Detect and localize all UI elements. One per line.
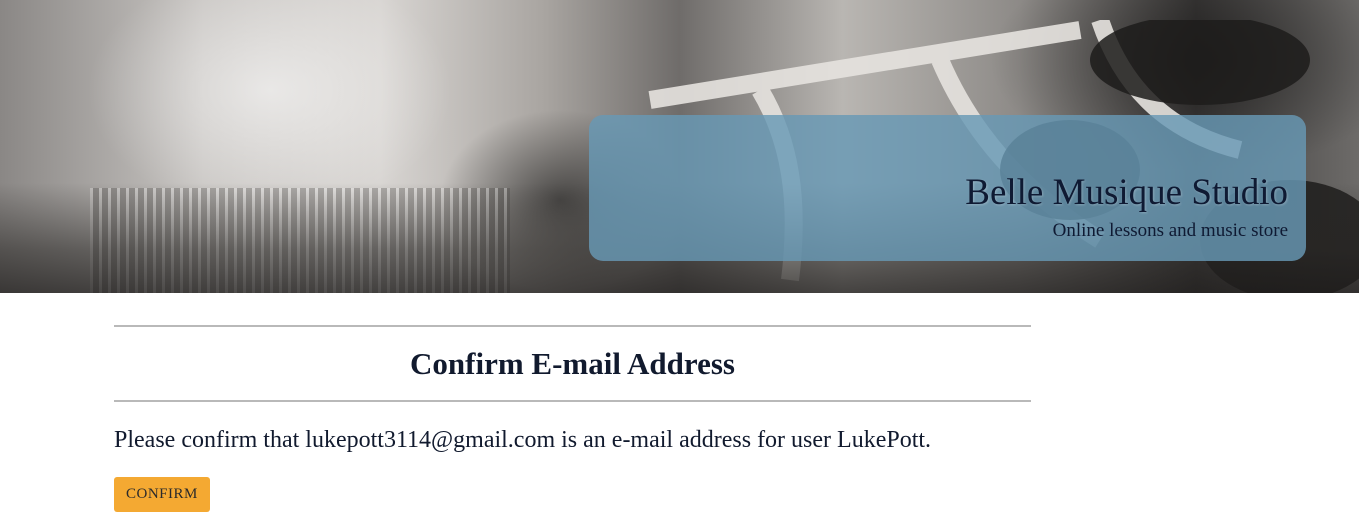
- site-title[interactable]: Belle Musique Studio: [589, 171, 1288, 215]
- confirm-email-section: Confirm E-mail Address Please confirm th…: [114, 325, 1031, 512]
- message-prefix: Please confirm that: [114, 427, 306, 453]
- divider-top: [114, 325, 1031, 327]
- site-subtitle: Online lessons and music store: [1052, 220, 1288, 241]
- confirm-message: Please confirm that lukepott3114@gmail.c…: [114, 425, 1031, 455]
- username: LukePott: [837, 427, 926, 453]
- divider-bottom: [114, 400, 1031, 402]
- message-middle: is an e-mail address for user: [555, 427, 838, 453]
- message-suffix: .: [925, 427, 932, 453]
- email-address: lukepott3114@gmail.com: [305, 427, 556, 453]
- page-title: Confirm E-mail Address: [410, 346, 735, 381]
- hero-banner: Belle Musique Studio Online lessons and …: [0, 0, 1359, 293]
- brand-box: Belle Musique Studio Online lessons and …: [589, 115, 1306, 261]
- confirm-button[interactable]: CONFIRM: [114, 477, 210, 512]
